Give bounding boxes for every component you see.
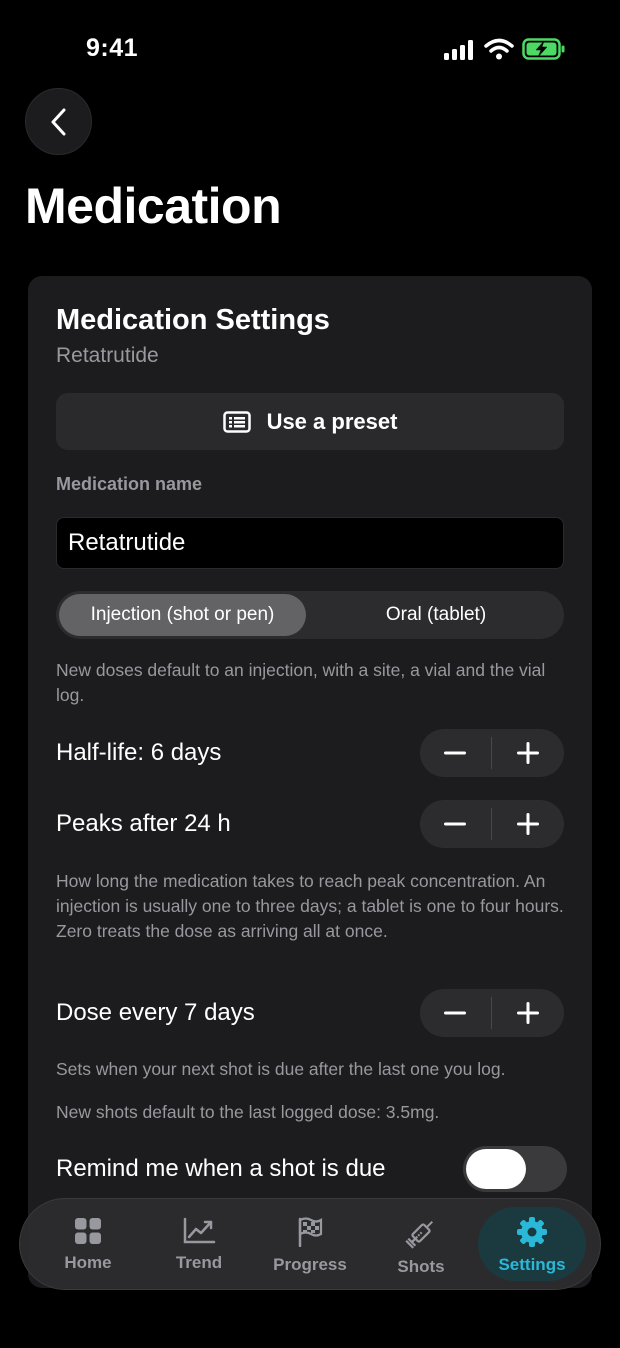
list-icon xyxy=(222,410,251,433)
tab-bar: Home Trend Progress Shots Settings xyxy=(19,1198,601,1290)
stepper-divider xyxy=(491,737,492,769)
plus-icon xyxy=(517,1002,539,1024)
peak-time-label: Peaks after 24 h xyxy=(56,810,231,837)
dose-interval-increment-button[interactable] xyxy=(493,989,563,1037)
tab-home-label: Home xyxy=(64,1253,112,1272)
syringe-icon xyxy=(405,1220,434,1249)
peak-helper-text: How long the medication takes to reach p… xyxy=(56,871,564,941)
card-subtitle: Retatrutide xyxy=(56,344,159,367)
medication-name-label: Medication name xyxy=(56,474,203,494)
stepper-divider xyxy=(491,808,492,840)
tab-settings[interactable]: Settings xyxy=(478,1207,586,1281)
tab-settings-label: Settings xyxy=(498,1255,566,1274)
plus-icon xyxy=(517,742,539,764)
use-preset-button[interactable]: Use a preset xyxy=(56,393,564,450)
tab-trend[interactable]: Trend xyxy=(145,1207,253,1281)
battery-charging-icon xyxy=(522,38,565,60)
half-life-decrement-button[interactable] xyxy=(420,729,490,777)
minus-icon xyxy=(444,822,466,826)
card-title: Medication Settings xyxy=(56,304,330,336)
status-time: 9:41 xyxy=(86,34,139,62)
dose-interval-decrement-button[interactable] xyxy=(420,989,490,1037)
tab-home[interactable]: Home xyxy=(34,1207,142,1281)
use-preset-label: Use a preset xyxy=(266,408,398,434)
medication-settings-card: Medication Settings Retatrutide Use a pr… xyxy=(28,276,592,1288)
tab-shots-label: Shots xyxy=(397,1257,445,1276)
reminder-toggle[interactable] xyxy=(463,1146,567,1192)
flag-icon xyxy=(298,1217,323,1247)
peak-time-stepper xyxy=(420,800,564,848)
half-life-increment-button[interactable] xyxy=(493,729,563,777)
chevron-left-icon xyxy=(51,108,65,135)
tab-progress[interactable]: Progress xyxy=(256,1207,364,1281)
tab-shots[interactable]: Shots xyxy=(367,1207,475,1281)
dose-interval-stepper xyxy=(420,989,564,1037)
minus-icon xyxy=(444,751,466,755)
route-option-injection[interactable]: Injection (shot or pen) xyxy=(59,594,306,636)
dose-interval-label: Dose every 7 days xyxy=(56,999,255,1026)
reminder-label: Remind me when a shot is due xyxy=(56,1155,386,1182)
route-segmented-control: Injection (shot or pen) Oral (tablet) xyxy=(56,591,564,639)
half-life-label: Half-life: 6 days xyxy=(56,739,222,766)
stepper-divider xyxy=(491,997,492,1029)
tab-progress-label: Progress xyxy=(273,1255,347,1274)
dose-interval-helper-text: Sets when your next shot is due after th… xyxy=(56,1059,506,1079)
medication-screen: 9:41 Medication Medication Settings Reta… xyxy=(0,0,620,1348)
back-button[interactable] xyxy=(25,88,92,155)
toggle-knob xyxy=(466,1149,526,1189)
half-life-stepper xyxy=(420,729,564,777)
gear-icon xyxy=(517,1217,547,1247)
plus-icon xyxy=(517,813,539,835)
grid-icon xyxy=(75,1218,101,1244)
route-option-oral[interactable]: Oral (tablet) xyxy=(311,594,561,636)
tab-trend-label: Trend xyxy=(175,1253,223,1272)
peak-time-decrement-button[interactable] xyxy=(420,800,490,848)
cellular-signal-icon xyxy=(444,40,476,60)
minus-icon xyxy=(444,1011,466,1015)
chart-icon xyxy=(183,1217,216,1244)
page-title: Medication xyxy=(25,178,282,234)
default-dose-note: New shots default to the last logged dos… xyxy=(56,1102,440,1122)
peak-time-increment-button[interactable] xyxy=(493,800,563,848)
wifi-icon xyxy=(484,38,514,60)
route-helper-text: New doses default to an injection, with … xyxy=(56,660,546,705)
medication-name-input[interactable] xyxy=(56,517,564,569)
